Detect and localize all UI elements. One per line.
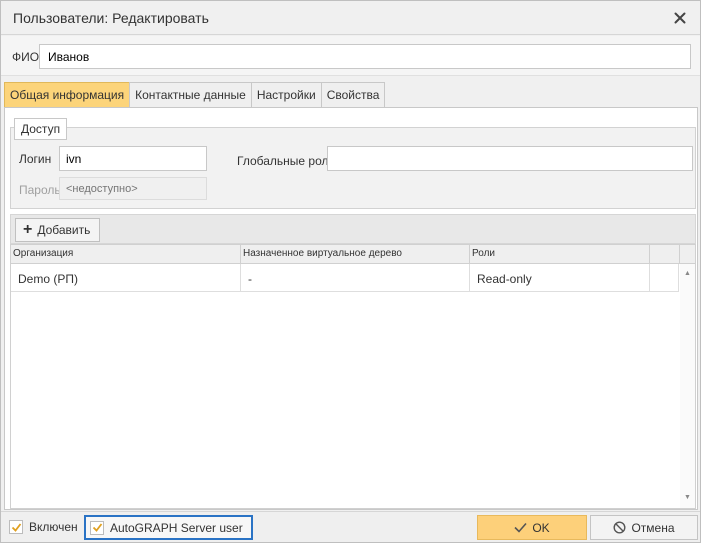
table-row[interactable]: Demo (РП) - Read-only: [11, 264, 679, 292]
dialog-title: Пользователи: Редактировать: [13, 10, 209, 26]
cell-organization: Demo (РП): [11, 264, 241, 292]
fio-label: ФИО: [12, 50, 40, 64]
checkmark-icon: [92, 523, 102, 532]
column-header-roles[interactable]: Роли: [470, 245, 650, 264]
title-bar: Пользователи: Редактировать: [1, 1, 700, 35]
column-header-tree[interactable]: Назначенное виртуальное дерево: [241, 245, 470, 264]
tab-properties[interactable]: Свойства: [320, 82, 386, 107]
cell-extra: [650, 264, 679, 292]
enabled-label: Включен: [29, 520, 78, 534]
access-fieldset: Логин Глобальные роли Пароль: [10, 127, 696, 209]
grid-toolbar: + Добавить: [10, 214, 696, 244]
tab-panel-general-info: Логин Глобальные роли Пароль Доступ + До…: [4, 107, 698, 510]
checkbox-box: [9, 520, 23, 534]
grid-scrollbar[interactable]: ▲ ▼: [680, 264, 695, 508]
tab-settings[interactable]: Настройки: [250, 82, 322, 107]
tab-contact-data[interactable]: Контактные данные: [129, 82, 252, 107]
scroll-down-icon[interactable]: ▼: [680, 491, 695, 505]
cancel-button-label: Отмена: [631, 520, 675, 535]
ok-button-label: OK: [532, 520, 550, 535]
close-button[interactable]: [670, 8, 690, 28]
enabled-checkbox[interactable]: Включен: [9, 520, 78, 534]
tab-bar: Общая информация Контактные данные Настр…: [4, 82, 386, 107]
tab-general-info[interactable]: Общая информация: [4, 82, 131, 107]
fio-input[interactable]: [39, 44, 691, 69]
cell-tree: -: [241, 264, 470, 292]
server-user-checkbox[interactable]: AutoGRAPH Server user: [84, 515, 253, 540]
checkmark-icon: [11, 522, 21, 532]
access-legend: Доступ: [14, 118, 68, 140]
dialog-footer: Включен AutoGRAPH Server user OK Отмена: [1, 511, 700, 542]
edit-user-dialog: Пользователи: Редактировать ФИО Общая ин…: [0, 0, 701, 543]
global-roles-label: Глобальные роли: [237, 154, 336, 168]
plus-icon: +: [23, 221, 33, 238]
prohibited-icon: [613, 521, 626, 534]
scroll-up-icon[interactable]: ▲: [680, 267, 695, 281]
check-icon: [514, 522, 527, 533]
cell-roles: Read-only: [470, 264, 650, 292]
checkbox-box: [90, 520, 104, 535]
server-user-label: AutoGRAPH Server user: [110, 520, 243, 535]
password-input: [59, 177, 207, 200]
column-header-extra: [650, 245, 680, 264]
column-header-organization[interactable]: Организация: [11, 245, 241, 264]
login-label: Логин: [19, 152, 52, 166]
close-icon: [674, 12, 686, 24]
ok-button[interactable]: OK: [477, 515, 587, 540]
organizations-grid: Организация Назначенное виртуальное дере…: [10, 244, 696, 509]
password-label: Пароль: [19, 183, 61, 197]
grid-header: Организация Назначенное виртуальное дере…: [11, 245, 695, 264]
add-button-label: Добавить: [37, 223, 91, 237]
fio-row: ФИО: [1, 36, 700, 76]
add-button[interactable]: + Добавить: [15, 218, 100, 242]
login-input[interactable]: [59, 146, 207, 171]
global-roles-input[interactable]: [327, 146, 693, 171]
cancel-button[interactable]: Отмена: [590, 515, 698, 540]
